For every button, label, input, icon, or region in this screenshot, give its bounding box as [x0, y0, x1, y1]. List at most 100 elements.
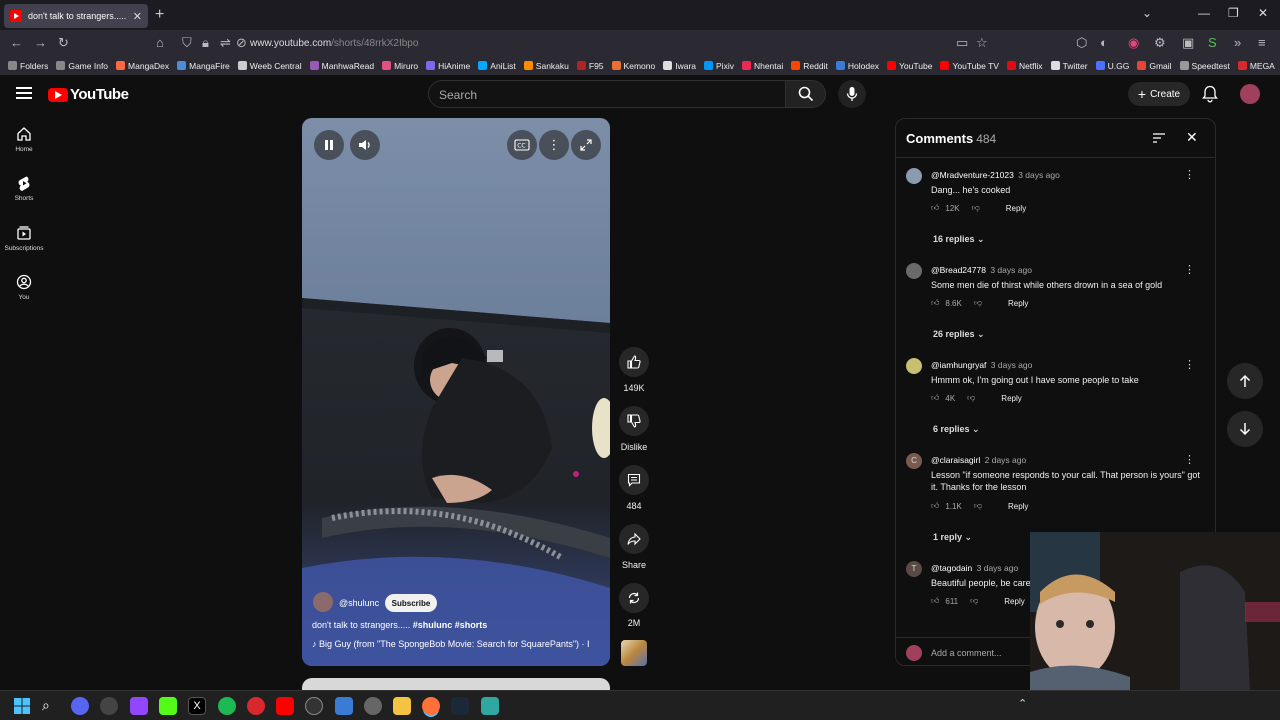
- thumbs-up-icon[interactable]: 👍︎: [931, 393, 939, 403]
- bookmark-item[interactable]: Speedtest: [1179, 61, 1230, 71]
- reply-button[interactable]: Reply: [1008, 502, 1028, 511]
- bookmark-item[interactable]: Miruro: [382, 61, 418, 71]
- bookmark-star-icon[interactable]: ☆: [976, 35, 988, 51]
- sidebar-item-shorts[interactable]: Shorts: [0, 175, 48, 202]
- firefox-icon[interactable]: [422, 697, 440, 715]
- menu-icon[interactable]: ≡: [1258, 35, 1266, 50]
- x-app-icon[interactable]: X: [188, 697, 206, 715]
- kick-icon[interactable]: [159, 697, 177, 715]
- extension-icon-1[interactable]: ◐: [1100, 35, 1108, 50]
- minimize-button[interactable]: —: [1198, 6, 1210, 20]
- comment-menu-icon[interactable]: ⋮: [1184, 453, 1195, 466]
- thumbs-down-icon[interactable]: 👎︎: [974, 501, 982, 511]
- discord-icon[interactable]: [71, 697, 89, 715]
- bookmark-item[interactable]: Twitter: [1050, 61, 1088, 71]
- bookmark-item[interactable]: HiAnime: [426, 61, 470, 71]
- bookmark-item[interactable]: Weeb Central: [237, 61, 302, 71]
- comment-author[interactable]: @Bread24778: [931, 265, 986, 275]
- comment-author[interactable]: @claraisagirl: [931, 455, 980, 465]
- sidebar-item-subscriptions[interactable]: Subscriptions: [0, 225, 48, 252]
- like-button[interactable]: [619, 347, 649, 377]
- steam-icon[interactable]: [451, 697, 469, 715]
- close-tab-icon[interactable]: ✕: [133, 10, 142, 23]
- bookmark-item[interactable]: Kemono: [611, 61, 655, 71]
- comment-time[interactable]: 3 days ago: [990, 265, 1032, 275]
- close-window-button[interactable]: ✕: [1258, 6, 1268, 20]
- youtube-app-icon[interactable]: [276, 697, 294, 715]
- remix-button[interactable]: [619, 583, 649, 613]
- thumbs-up-icon[interactable]: 👍︎: [931, 298, 939, 308]
- share-button[interactable]: [619, 524, 649, 554]
- thumbs-down-icon[interactable]: 👎︎: [970, 596, 978, 606]
- bookmark-item[interactable]: YouTube: [887, 61, 932, 71]
- extension-icon-2[interactable]: ◉: [1128, 35, 1139, 51]
- add-comment-input[interactable]: Add a comment...: [931, 648, 1002, 658]
- extension-icon-5[interactable]: S: [1208, 35, 1217, 50]
- bookmark-item[interactable]: YouTube TV: [940, 61, 999, 71]
- comment-time[interactable]: 3 days ago: [1018, 170, 1060, 180]
- sidebar-item-home[interactable]: Home: [0, 126, 48, 153]
- extension-icon-4[interactable]: ▣: [1182, 35, 1194, 51]
- bookmark-item[interactable]: ManhwaRead: [309, 61, 374, 71]
- spotify-icon[interactable]: [218, 697, 236, 715]
- comment-avatar[interactable]: T: [906, 561, 922, 577]
- extension-icon-3[interactable]: ⚙: [1154, 35, 1166, 51]
- comment-avatar[interactable]: C: [906, 453, 922, 469]
- app-grey-icon[interactable]: [364, 697, 382, 715]
- browser-tab-active[interactable]: don't talk to strangers..... # ✕: [4, 4, 148, 28]
- thumbs-up-icon[interactable]: 👍︎: [931, 501, 939, 511]
- sound-thumbnail[interactable]: [621, 640, 647, 666]
- app-red-icon[interactable]: [247, 697, 265, 715]
- comment-time[interactable]: 2 days ago: [985, 455, 1027, 465]
- comment-time[interactable]: 3 days ago: [977, 563, 1019, 573]
- comment-author[interactable]: @iamhungryaf: [931, 360, 986, 370]
- captions-button[interactable]: CC: [507, 130, 537, 160]
- channel-name[interactable]: @shulunc: [339, 598, 379, 608]
- comment-avatar[interactable]: [906, 263, 922, 279]
- hamburger-menu-icon[interactable]: [16, 87, 32, 99]
- comment-avatar[interactable]: [906, 358, 922, 374]
- subscribe-button[interactable]: Subscribe: [385, 594, 437, 612]
- previous-short-button[interactable]: [1227, 363, 1263, 399]
- bookmark-item[interactable]: Gmail: [1137, 61, 1172, 71]
- thumbs-down-icon[interactable]: 👎︎: [972, 203, 980, 213]
- thumbs-up-icon[interactable]: 👍︎: [931, 596, 939, 606]
- home-browser-icon[interactable]: ⌂: [156, 35, 164, 50]
- reply-button[interactable]: Reply: [1004, 597, 1024, 606]
- next-short-preview[interactable]: [302, 678, 610, 690]
- sidebar-item-you[interactable]: You: [0, 274, 48, 301]
- media-player-icon[interactable]: [305, 697, 323, 715]
- reload-icon[interactable]: ↻: [58, 35, 69, 51]
- tracking-off-icon[interactable]: ⊘: [236, 35, 247, 51]
- url-bar[interactable]: www.youtube.com/shorts/48rrkX2Ibpo: [250, 38, 418, 49]
- sort-icon[interactable]: [1152, 132, 1166, 144]
- comments-button[interactable]: [619, 465, 649, 495]
- reply-button[interactable]: Reply: [1006, 204, 1026, 213]
- comment-time[interactable]: 3 days ago: [991, 360, 1033, 370]
- bookmark-item[interactable]: MangaDex: [116, 61, 169, 71]
- app-blue-icon[interactable]: [335, 697, 353, 715]
- more-options-button[interactable]: ⋮: [539, 130, 569, 160]
- reader-view-icon[interactable]: ▭: [956, 35, 968, 51]
- system-tray-chevron-icon[interactable]: ⌃: [1018, 697, 1027, 710]
- comment-avatar[interactable]: [906, 168, 922, 184]
- video-hashtags[interactable]: #shulunc #shorts: [413, 620, 488, 630]
- bookmark-item[interactable]: Iwara: [663, 61, 696, 71]
- thumbs-down-icon[interactable]: 👎︎: [967, 393, 975, 403]
- twitch-icon[interactable]: [130, 697, 148, 715]
- bookmark-item[interactable]: Reddit: [791, 61, 828, 71]
- volume-button[interactable]: [350, 130, 380, 160]
- permissions-icon[interactable]: ⇌: [220, 35, 231, 51]
- overflow-chevron-icon[interactable]: »: [1234, 35, 1241, 50]
- comment-author[interactable]: @tagodain: [931, 563, 972, 573]
- back-icon[interactable]: ←: [10, 35, 23, 50]
- bookmark-item[interactable]: Holodex: [835, 61, 879, 71]
- start-windows-icon[interactable]: [13, 697, 31, 715]
- tab-list-icon[interactable]: ⌄: [1142, 6, 1152, 20]
- thumbs-up-icon[interactable]: 👍︎: [931, 203, 939, 213]
- bookmark-item[interactable]: AniList: [478, 61, 516, 71]
- music-line[interactable]: ♪ Big Guy (from "The SpongeBob Movie: Se…: [312, 639, 602, 649]
- comment-author[interactable]: @Mradventure-21023: [931, 170, 1014, 180]
- view-replies-button[interactable]: 1 reply ⌄: [933, 532, 972, 543]
- comment-menu-icon[interactable]: ⋮: [1184, 168, 1195, 181]
